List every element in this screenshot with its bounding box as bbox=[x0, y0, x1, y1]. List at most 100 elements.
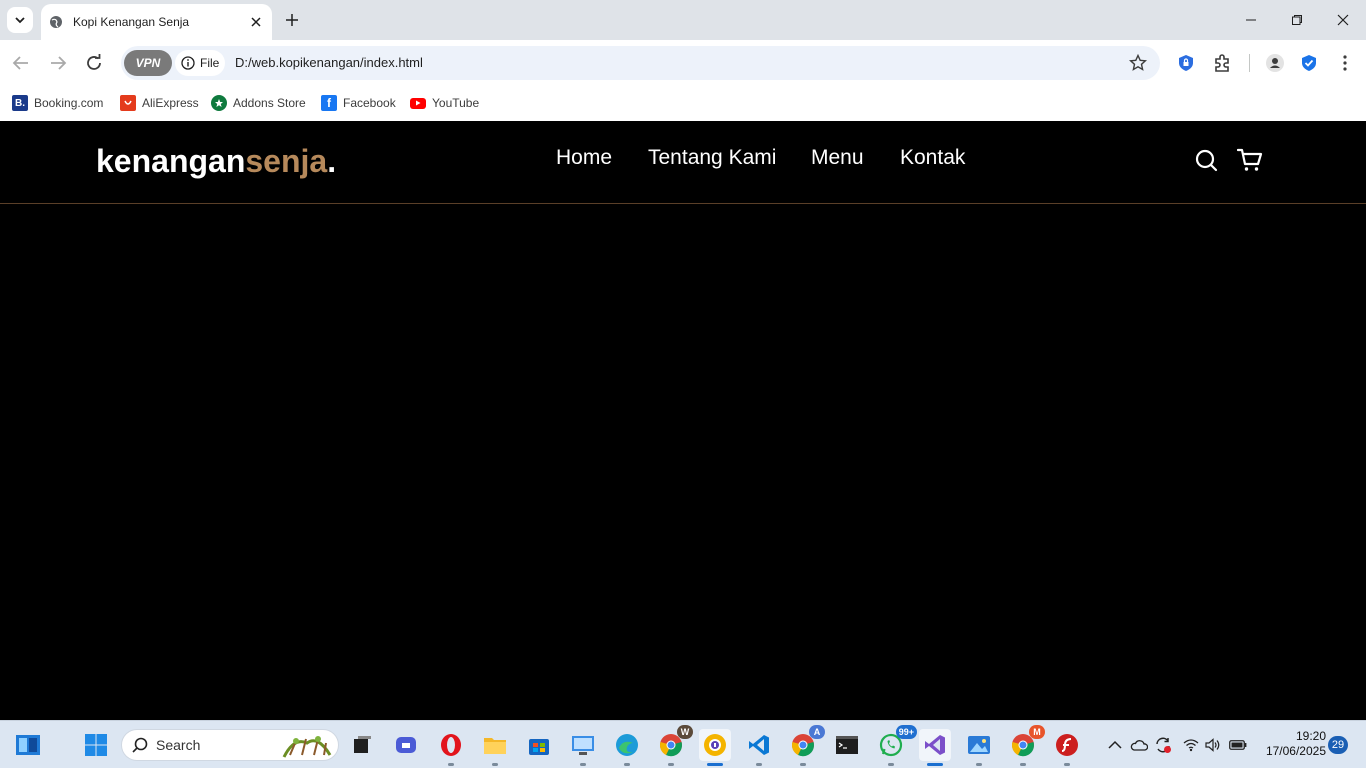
taskbar-app-file-explorer[interactable] bbox=[479, 729, 511, 766]
bookmark-youtube[interactable]: YouTube bbox=[410, 93, 479, 113]
taskbar-clock[interactable]: 19:20 17/06/2025 bbox=[1256, 729, 1326, 759]
bookmark-facebook[interactable]: f Facebook bbox=[321, 93, 396, 113]
sync-tray-button[interactable] bbox=[1153, 735, 1173, 755]
windows-logo-icon bbox=[85, 734, 107, 756]
taskbar-app-photos[interactable] bbox=[963, 729, 995, 766]
site-logo[interactable]: kenangansenja. bbox=[96, 143, 336, 180]
browser-canary-icon bbox=[704, 734, 726, 756]
visual-studio-icon bbox=[925, 735, 945, 755]
taskbar-app-visual-studio[interactable] bbox=[919, 729, 951, 766]
search-icon bbox=[132, 737, 148, 753]
site-search-button[interactable] bbox=[1193, 147, 1219, 173]
start-button[interactable] bbox=[80, 729, 112, 761]
chevron-up-icon bbox=[1108, 740, 1122, 749]
close-tab-icon[interactable] bbox=[246, 12, 266, 32]
info-icon bbox=[181, 56, 195, 70]
bookmark-label: Addons Store bbox=[233, 96, 306, 110]
profile-badge: M bbox=[1029, 725, 1045, 739]
taskbar-app-flash[interactable] bbox=[1051, 729, 1083, 766]
taskbar-app-store[interactable] bbox=[523, 729, 555, 761]
reload-button[interactable] bbox=[82, 51, 106, 75]
taskbar-app-edge[interactable] bbox=[611, 729, 643, 766]
shopping-cart-icon bbox=[1237, 148, 1263, 171]
close-window-button[interactable] bbox=[1331, 8, 1355, 32]
taskbar-app-chrome-m[interactable]: M bbox=[1007, 725, 1045, 766]
onedrive-tray-button[interactable] bbox=[1129, 735, 1149, 755]
widgets-icon bbox=[16, 735, 40, 755]
new-tab-button[interactable] bbox=[282, 10, 302, 30]
bookmark-label: AliExpress bbox=[142, 96, 199, 110]
taskbar-app-vscode[interactable] bbox=[743, 729, 775, 766]
profile-badge: W bbox=[677, 725, 693, 739]
taskbar-app-terminal[interactable] bbox=[831, 729, 863, 761]
folder-icon bbox=[484, 738, 506, 754]
browser-toolbar: VPN File D:/web.kopikenangan/index.html bbox=[0, 40, 1366, 86]
address-bar[interactable]: VPN File D:/web.kopikenangan/index.html bbox=[121, 46, 1160, 80]
taskbar-app-chrome-a[interactable]: A bbox=[787, 725, 825, 766]
photos-icon bbox=[968, 736, 990, 754]
site-info-label: File bbox=[200, 56, 220, 70]
show-hidden-icons-button[interactable] bbox=[1105, 735, 1125, 755]
bookmark-aliexpress[interactable]: AliExpress bbox=[120, 93, 199, 113]
cloud-icon bbox=[1130, 740, 1148, 751]
nav-link-home[interactable]: Home bbox=[556, 146, 612, 170]
forward-button[interactable] bbox=[46, 51, 70, 75]
search-icon bbox=[1195, 149, 1218, 172]
volume-tray-button[interactable] bbox=[1203, 735, 1223, 755]
nav-link-menu[interactable]: Menu bbox=[811, 146, 864, 170]
wifi-tray-button[interactable] bbox=[1181, 735, 1201, 755]
nav-link-tentang-kami[interactable]: Tentang Kami bbox=[648, 146, 776, 170]
taskbar-app-remote-desktop[interactable] bbox=[567, 729, 599, 766]
logo-text-part1: kenangan bbox=[96, 143, 246, 179]
task-view-icon bbox=[354, 736, 371, 753]
terminal-icon bbox=[836, 736, 858, 754]
vpn-extension-button[interactable] bbox=[1175, 52, 1197, 74]
site-cart-button[interactable] bbox=[1237, 147, 1263, 173]
bookmark-star-button[interactable] bbox=[1128, 53, 1148, 73]
close-icon bbox=[1337, 14, 1349, 26]
arrow-right-icon bbox=[51, 56, 67, 70]
star-icon bbox=[1129, 54, 1147, 71]
url-text[interactable]: D:/web.kopikenangan/index.html bbox=[235, 55, 423, 70]
search-highlight-image bbox=[282, 736, 332, 758]
taskbar-app-whatsapp[interactable]: 99+ bbox=[875, 725, 917, 766]
task-view-button[interactable] bbox=[346, 729, 378, 761]
bookmark-booking[interactable]: B. Booking.com bbox=[12, 93, 103, 113]
taskbar-app-meet[interactable] bbox=[390, 729, 422, 761]
minimize-button[interactable] bbox=[1239, 8, 1263, 32]
edge-icon bbox=[616, 734, 638, 756]
bookmark-addons-store[interactable]: Addons Store bbox=[211, 93, 306, 113]
taskbar-app-opera[interactable] bbox=[435, 729, 467, 766]
taskbar-app-chrome-canary[interactable] bbox=[699, 729, 731, 766]
bookmark-label: Facebook bbox=[343, 96, 396, 110]
aliexpress-icon bbox=[120, 95, 136, 111]
wifi-icon bbox=[1183, 739, 1199, 752]
bookmark-label: Booking.com bbox=[34, 96, 104, 110]
taskbar-search[interactable]: Search bbox=[121, 729, 339, 761]
extensions-button[interactable] bbox=[1211, 52, 1233, 74]
booking-icon: B. bbox=[12, 95, 28, 111]
store-icon bbox=[529, 739, 549, 755]
vpn-button[interactable]: VPN bbox=[124, 50, 172, 76]
widgets-button[interactable] bbox=[12, 729, 44, 761]
notification-count-badge[interactable]: 29 bbox=[1328, 736, 1348, 754]
back-button[interactable] bbox=[9, 51, 33, 75]
browser-menu-button[interactable] bbox=[1334, 52, 1356, 74]
site-info-button[interactable]: File bbox=[175, 50, 225, 76]
nav-link-kontak[interactable]: Kontak bbox=[900, 146, 965, 170]
restore-button[interactable] bbox=[1285, 8, 1309, 32]
arrow-left-icon bbox=[12, 56, 28, 70]
tab-search-button[interactable] bbox=[7, 7, 33, 33]
browser-tab-active[interactable]: Kopi Kenangan Senja bbox=[41, 4, 272, 40]
opera-icon bbox=[441, 734, 461, 756]
windows-taskbar: Search W A 99+ M 19:20 17/06/2025 29 bbox=[0, 720, 1366, 768]
security-extension-button[interactable] bbox=[1298, 52, 1320, 74]
battery-tray-button[interactable] bbox=[1228, 735, 1248, 755]
youtube-icon bbox=[410, 97, 426, 109]
minimize-icon bbox=[1246, 19, 1256, 21]
shield-check-icon bbox=[1302, 55, 1316, 71]
profile-button[interactable] bbox=[1264, 52, 1286, 74]
taskbar-app-chrome-w[interactable]: W bbox=[655, 725, 693, 766]
site-navbar: kenangansenja. Home Tentang Kami Menu Ko… bbox=[0, 121, 1366, 204]
flash-player-icon bbox=[1056, 734, 1078, 756]
